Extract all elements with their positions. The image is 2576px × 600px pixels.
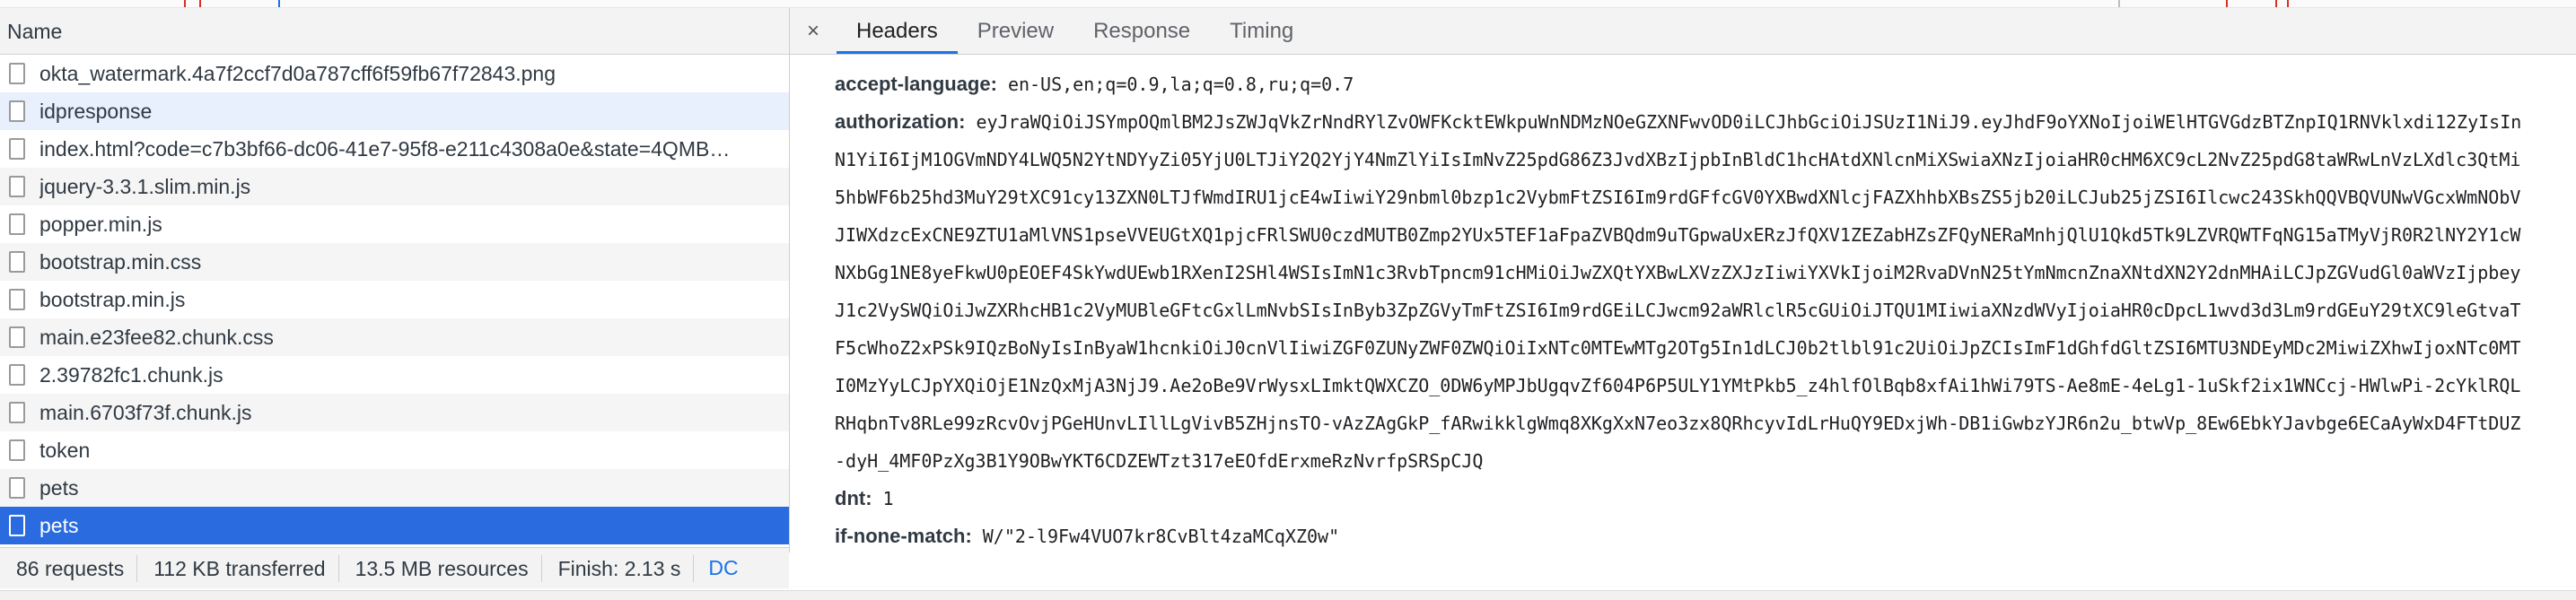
request-name: pets [39,475,79,500]
request-rows: okta_watermark.4a7f2ccf7d0a787cff6f59fb6… [0,55,789,544]
header-dnt: dnt: 1 [835,480,2522,517]
header-value: eyJraWQiOiJSYmpOQmlBM2JsZWJqVkZrNndRYlZv… [835,111,2522,472]
request-row[interactable]: bootstrap.min.css [0,243,789,281]
file-icon [9,251,25,273]
tab-response[interactable]: Response [1073,8,1210,54]
request-headers-list: accept-language: en-US,en;q=0.9,la;q=0.8,… [790,55,2522,555]
request-row[interactable]: jquery-3.3.1.slim.min.js [0,168,789,205]
timeline-tick [2287,0,2289,7]
tab-headers[interactable]: Headers [837,8,958,54]
header-key: if-none-match: [835,525,972,547]
request-row[interactable]: popper.min.js [0,205,789,243]
request-name: popper.min.js [39,212,162,236]
header-value: 1 [882,488,894,509]
dom-content-loaded: DC [708,556,739,579]
request-detail-panel: × Headers Preview Response Timing accept… [790,8,2576,591]
file-icon [9,515,25,536]
finish-time: Finish: 2.13 s [542,554,695,582]
file-icon [9,439,25,461]
request-name: index.html?code=c7b3bf66-dc06-41e7-95f8-… [39,136,731,161]
request-row[interactable]: idpresponse [0,92,789,130]
file-icon [9,138,25,160]
header-if-none-match: if-none-match: W/"2-l9Fw4VUO7kr8CvBlt4zaM… [835,517,2522,555]
network-request-list: Name okta_watermark.4a7f2ccf7d0a787cff6f… [0,8,790,552]
resources-size: 13.5 MB resources [339,554,542,582]
request-row[interactable]: okta_watermark.4a7f2ccf7d0a787cff6f59fb6… [0,55,789,92]
request-name: okta_watermark.4a7f2ccf7d0a787cff6f59fb6… [39,61,556,85]
header-key: dnt: [835,487,872,509]
request-row[interactable]: bootstrap.min.js [0,281,789,318]
file-icon [9,364,25,386]
timeline-tick [2118,0,2120,7]
file-icon [9,63,25,84]
request-name: idpresponse [39,99,153,123]
file-icon [9,289,25,310]
header-value: W/"2-l9Fw4VUO7kr8CvBlt4zaMCqXZ0w" [982,526,1340,547]
file-icon [9,326,25,348]
transferred-size: 112 KB transferred [137,554,339,582]
requests-count: 86 requests [0,554,138,582]
timeline-overview-strip[interactable] [0,0,2576,8]
name-column-header[interactable]: Name [0,8,789,55]
header-key: authorization: [835,110,966,133]
file-icon [9,477,25,499]
request-name: bootstrap.min.js [39,287,186,311]
header-key: accept-language: [835,73,997,95]
request-row[interactable]: pets [0,507,789,544]
request-row[interactable]: main.6703f73f.chunk.js [0,394,789,431]
file-icon [9,100,25,122]
tab-timing[interactable]: Timing [1210,8,1313,54]
request-row[interactable]: pets [0,469,789,507]
detail-tab-bar: × Headers Preview Response Timing [790,8,2576,55]
tab-preview[interactable]: Preview [958,8,1073,54]
timeline-tick [199,0,201,7]
request-row[interactable]: main.e23fee82.chunk.css [0,318,789,356]
file-icon [9,402,25,423]
request-name: pets [39,513,79,537]
request-name: token [39,438,91,462]
timeline-tick [2226,0,2228,7]
bottom-drawer-edge [0,590,2576,600]
network-status-bar: 86 requests 112 KB transferred 13.5 MB r… [0,547,789,588]
timeline-tick [278,0,280,7]
timeline-tick [184,0,186,7]
timeline-tick [2275,0,2277,7]
request-name: jquery-3.3.1.slim.min.js [39,174,251,198]
file-icon [9,176,25,197]
header-value: en-US,en;q=0.9,la;q=0.8,ru;q=0.7 [1007,74,1354,95]
request-name: main.6703f73f.chunk.js [39,400,252,424]
request-row[interactable]: token [0,431,789,469]
file-icon [9,213,25,235]
request-name: bootstrap.min.css [39,249,202,274]
header-authorization: authorization: eyJraWQiOiJSYmpOQmlBM2JsZW… [835,103,2522,480]
request-name: main.e23fee82.chunk.css [39,325,274,349]
request-name: 2.39782fc1.chunk.js [39,362,223,387]
request-row[interactable]: index.html?code=c7b3bf66-dc06-41e7-95f8-… [0,130,789,168]
request-row[interactable]: 2.39782fc1.chunk.js [0,356,789,394]
header-accept-language: accept-language: en-US,en;q=0.9,la;q=0.8,… [835,65,2522,103]
close-icon[interactable]: × [790,8,837,54]
